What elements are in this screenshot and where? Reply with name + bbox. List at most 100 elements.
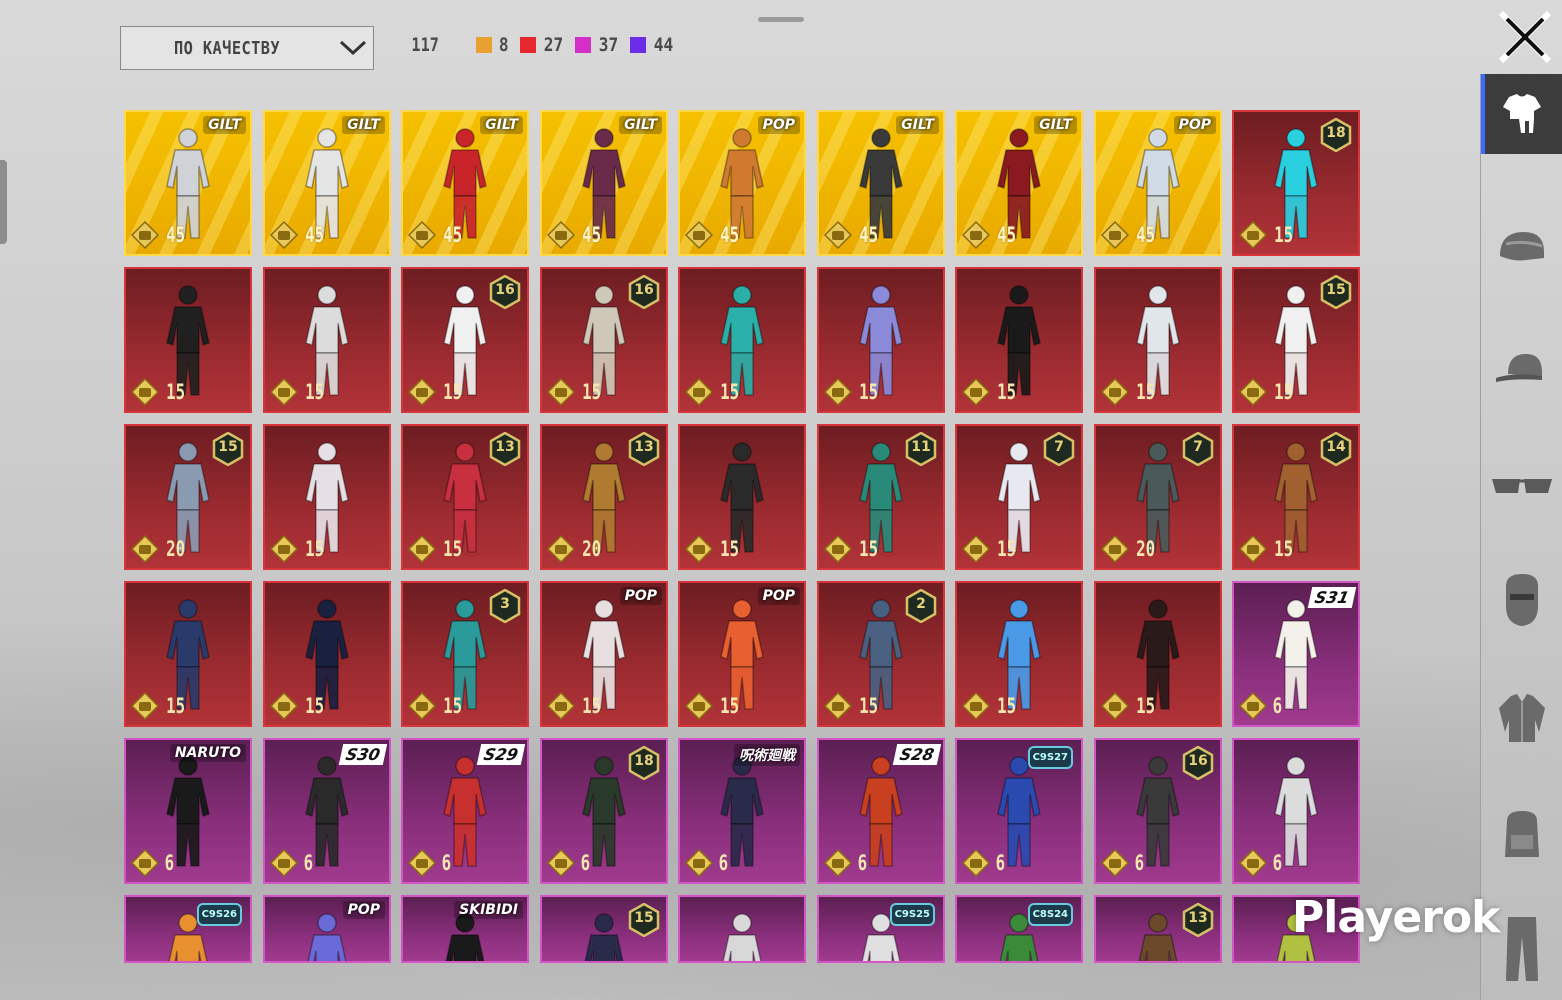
card-points: 15	[823, 377, 881, 407]
outfit-card[interactable]: 45 GILT	[124, 110, 252, 256]
outfit-card[interactable]: 20 15	[124, 424, 252, 570]
outfit-card[interactable]: 15 13	[401, 424, 529, 570]
currency-icon	[1100, 220, 1130, 250]
outfit-card[interactable]: 15 16	[540, 267, 668, 413]
points-value: 20	[166, 537, 186, 561]
currency-icon	[823, 220, 853, 250]
outfit-card[interactable]: C8S24	[955, 895, 1083, 963]
category-cap[interactable]	[1481, 328, 1562, 408]
drag-handle[interactable]	[758, 17, 804, 22]
outfit-card[interactable]: 6 16	[1094, 738, 1222, 884]
season-badge: C9S26	[196, 903, 242, 926]
brand-badge: GILT	[619, 116, 662, 134]
rarity-count-legendary: 8	[476, 34, 509, 56]
card-points: 6	[269, 848, 315, 878]
card-points: 6	[407, 848, 453, 878]
outfit-card[interactable]: 15	[540, 895, 668, 963]
season-badge: S31	[1307, 587, 1357, 608]
sort-dropdown[interactable]: ПО КАЧЕСТВУ	[120, 26, 374, 70]
outfit-card[interactable]: 15 2	[817, 581, 945, 727]
outfit-card[interactable]: SKIBIDI	[401, 895, 529, 963]
outfit-card[interactable]: 15 11	[817, 424, 945, 570]
outfit-card[interactable]: 13	[1094, 895, 1222, 963]
season-badge: C9S25	[889, 903, 935, 926]
season-badge: S30	[338, 744, 388, 765]
category-outfit[interactable]	[1481, 74, 1562, 154]
outfit-card[interactable]: 15	[678, 424, 806, 570]
outfit-card[interactable]: 6 S29	[401, 738, 529, 884]
outfit-card[interactable]: 45 POP	[1094, 110, 1222, 256]
close-button[interactable]	[1498, 10, 1552, 64]
category-mask[interactable]	[1481, 560, 1562, 640]
currency-icon	[961, 534, 991, 564]
outfit-card[interactable]: 6 NARUTO	[124, 738, 252, 884]
outfit-card[interactable]: 6 呪術廻戦	[678, 738, 806, 884]
outfit-card[interactable]: 20 7	[1094, 424, 1222, 570]
level-badge: 16	[628, 274, 660, 310]
rarity-counts: 117 8 27 37 44	[408, 34, 684, 56]
outfit-card[interactable]: 15 18	[1232, 110, 1360, 256]
points-value: 15	[1136, 380, 1156, 404]
outfit-card[interactable]: 15	[817, 267, 945, 413]
points-value: 15	[305, 380, 325, 404]
outfit-card[interactable]: 15	[678, 267, 806, 413]
outfit-card[interactable]: 6	[1232, 738, 1360, 884]
currency-icon	[1100, 691, 1130, 721]
card-points: 45	[407, 220, 465, 250]
outfit-card[interactable]: 6 C9S27	[955, 738, 1083, 884]
left-edge-tab[interactable]	[0, 160, 7, 244]
outfit-card[interactable]: POP	[263, 895, 391, 963]
outfit-card[interactable]: 15 15	[1232, 267, 1360, 413]
category-backpack[interactable]	[1481, 794, 1562, 874]
card-points: 15	[407, 377, 465, 407]
outfit-card[interactable]: 6 S30	[263, 738, 391, 884]
outfit-card[interactable]: 15	[263, 267, 391, 413]
currency-icon	[1100, 377, 1130, 407]
currency-icon	[1238, 848, 1268, 878]
outfit-card[interactable]: 15	[955, 581, 1083, 727]
outfit-card[interactable]: 6 S28	[817, 738, 945, 884]
card-points: 6	[1238, 691, 1284, 721]
points-value: 15	[859, 694, 879, 718]
outfit-card[interactable]: 45 GILT	[817, 110, 945, 256]
outfit-card[interactable]: 45 GILT	[401, 110, 529, 256]
outfit-card[interactable]: 15 16	[401, 267, 529, 413]
rarity-swatch	[476, 37, 493, 53]
outfit-card[interactable]: 15	[263, 581, 391, 727]
currency-icon	[1238, 377, 1268, 407]
category-glasses[interactable]	[1481, 446, 1562, 526]
outfit-card[interactable]: 6 18	[540, 738, 668, 884]
outfit-card[interactable]: 45 GILT	[955, 110, 1083, 256]
close-icon	[1498, 10, 1552, 64]
outfit-card[interactable]: 15	[124, 581, 252, 727]
outfit-card[interactable]: 15 3	[401, 581, 529, 727]
outfit-card[interactable]: 20 13	[540, 424, 668, 570]
outfit-card[interactable]: 15 7	[955, 424, 1083, 570]
outfit-card[interactable]: 45 GILT	[263, 110, 391, 256]
outfit-card[interactable]	[678, 895, 806, 963]
outfit-card[interactable]: 15 POP	[678, 581, 806, 727]
outfit-card[interactable]: 15 POP	[540, 581, 668, 727]
category-jacket[interactable]	[1481, 678, 1562, 758]
card-points: 15	[823, 691, 881, 721]
outfit-card[interactable]: 15 14	[1232, 424, 1360, 570]
outfit-card[interactable]: 6 S31	[1232, 581, 1360, 727]
outfit-card[interactable]: 15	[1094, 581, 1222, 727]
outfit-card[interactable]: 15	[124, 267, 252, 413]
category-helmet[interactable]	[1481, 206, 1562, 286]
outfit-card[interactable]: 45 GILT	[540, 110, 668, 256]
outfit-card[interactable]: 15	[1094, 267, 1222, 413]
outfit-card[interactable]: 45 POP	[678, 110, 806, 256]
currency-icon	[546, 534, 576, 564]
outfit-card[interactable]: C9S26	[124, 895, 252, 963]
currency-icon	[269, 220, 299, 250]
outfit-card[interactable]: 15	[955, 267, 1083, 413]
points-value: 15	[997, 537, 1017, 561]
level-badge: 11	[905, 431, 937, 467]
currency-icon	[546, 691, 576, 721]
currency-icon	[546, 848, 576, 878]
outfit-card[interactable]: C9S25	[817, 895, 945, 963]
level-badge: 16	[1182, 745, 1214, 781]
card-points: 15	[269, 691, 327, 721]
outfit-card[interactable]: 15	[263, 424, 391, 570]
